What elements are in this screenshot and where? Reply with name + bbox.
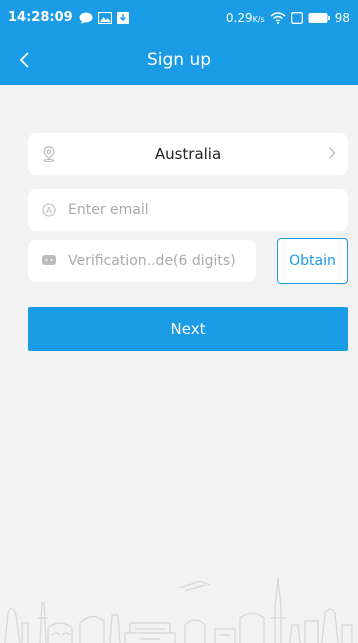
verification-code-row [28, 240, 256, 282]
chevron-left-icon [19, 52, 29, 68]
message-bubble-icon [40, 252, 58, 270]
at-sign-icon: A [40, 201, 58, 219]
email-field-row: A [28, 189, 348, 231]
obtain-code-button[interactable]: Obtain [277, 238, 348, 284]
location-pin-icon [40, 145, 58, 163]
svg-text:A: A [46, 206, 52, 215]
country-name: Australia [154, 145, 222, 163]
status-right: 0.29K/s 98 [226, 11, 350, 25]
chat-bubble-icon [79, 12, 93, 24]
notification-icons [79, 11, 129, 24]
battery-level: 98 [334, 10, 350, 25]
download-box-icon [116, 11, 129, 24]
page-title: Sign up [146, 50, 212, 70]
wifi-icon [270, 11, 286, 24]
image-icon [97, 11, 112, 24]
email-input[interactable] [68, 202, 336, 218]
verification-code-input[interactable] [68, 253, 244, 269]
status-time: 14:28:09 [8, 10, 73, 25]
status-bar: 14:28:09 0.29K/s 98 [0, 0, 358, 35]
network-speed: 0.29K/s [225, 10, 265, 25]
country-selector[interactable]: Australia [28, 133, 348, 175]
sim-card-icon [290, 11, 303, 24]
app-header: Sign up [0, 35, 358, 85]
battery-icon [308, 12, 330, 23]
city-skyline-illustration [4, 577, 353, 643]
back-button[interactable] [10, 45, 40, 75]
chevron-right-icon [328, 145, 336, 164]
next-button[interactable]: Next [28, 307, 348, 351]
